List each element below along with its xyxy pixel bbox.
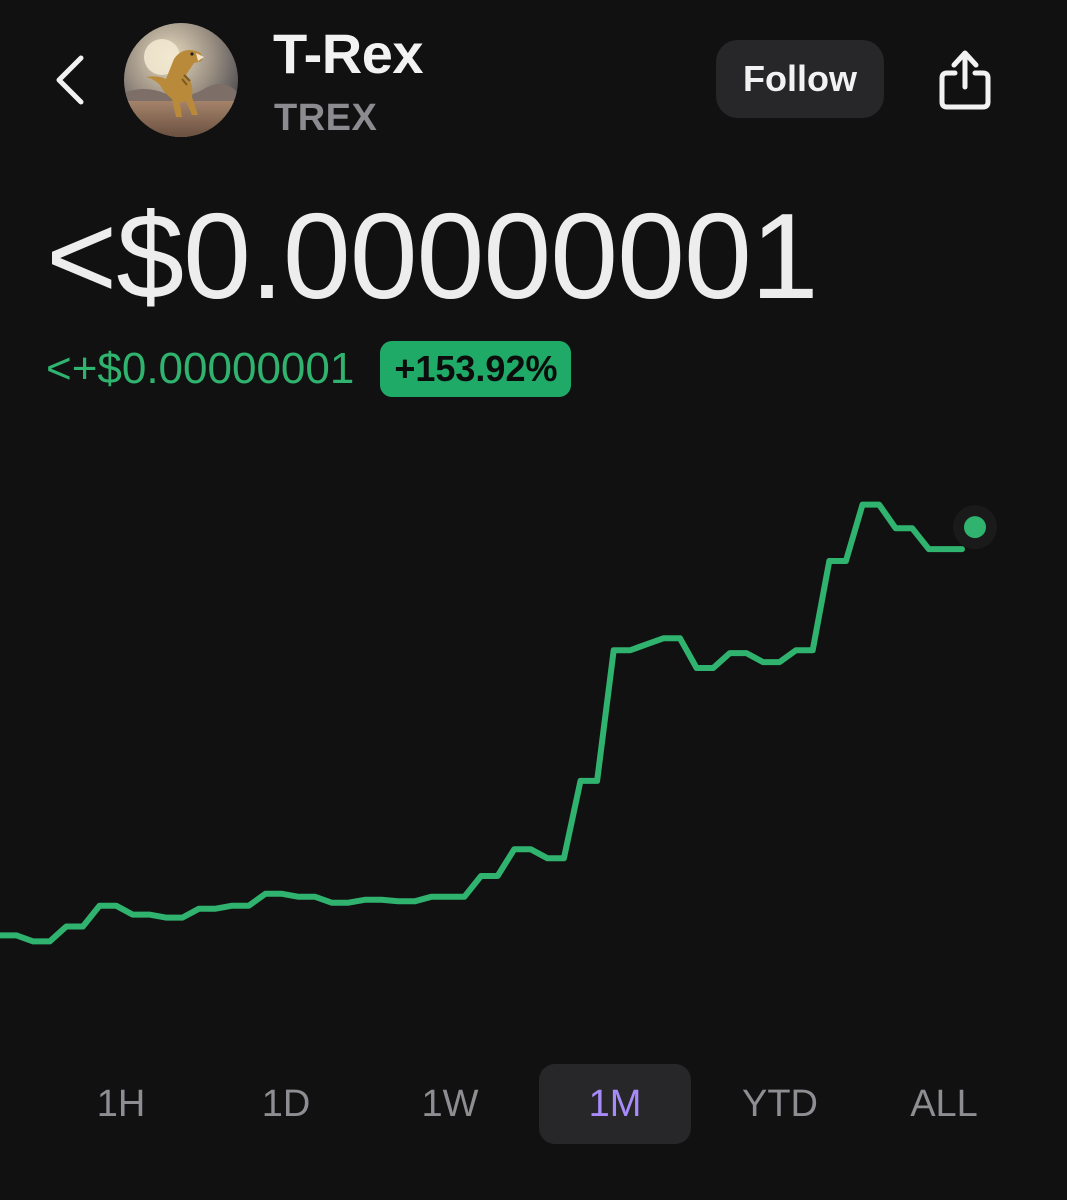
range-tab-1w[interactable]: 1W — [385, 1064, 515, 1144]
share-icon — [939, 50, 991, 110]
range-tab-1d[interactable]: 1D — [221, 1064, 351, 1144]
price-change-percent-badge: +153.92% — [380, 341, 572, 397]
app-header: T-Rex TREX Follow — [0, 0, 1067, 170]
current-price: <$0.00000001 — [46, 188, 819, 324]
price-change-row: <+$0.00000001 +153.92% — [46, 340, 572, 398]
share-button[interactable] — [928, 40, 1002, 118]
range-tab-1m[interactable]: 1M — [539, 1064, 691, 1144]
price-line — [0, 501, 965, 945]
time-range-selector: 1H 1D 1W 1M YTD ALL — [0, 1064, 1067, 1146]
current-point-marker — [964, 516, 986, 539]
price-chart[interactable] — [0, 420, 1067, 1040]
chevron-left-icon — [56, 55, 84, 105]
range-tab-ytd[interactable]: YTD — [715, 1064, 845, 1144]
token-name: T-Rex — [273, 22, 424, 85]
follow-button[interactable]: Follow — [716, 40, 884, 118]
range-tab-all[interactable]: ALL — [879, 1064, 1009, 1144]
token-avatar — [124, 23, 238, 137]
trex-avatar-image — [124, 23, 238, 137]
range-tab-1h[interactable]: 1H — [56, 1064, 186, 1144]
back-button[interactable] — [40, 46, 100, 114]
price-change-absolute: <+$0.00000001 — [46, 344, 355, 393]
token-symbol: TREX — [274, 97, 378, 139]
